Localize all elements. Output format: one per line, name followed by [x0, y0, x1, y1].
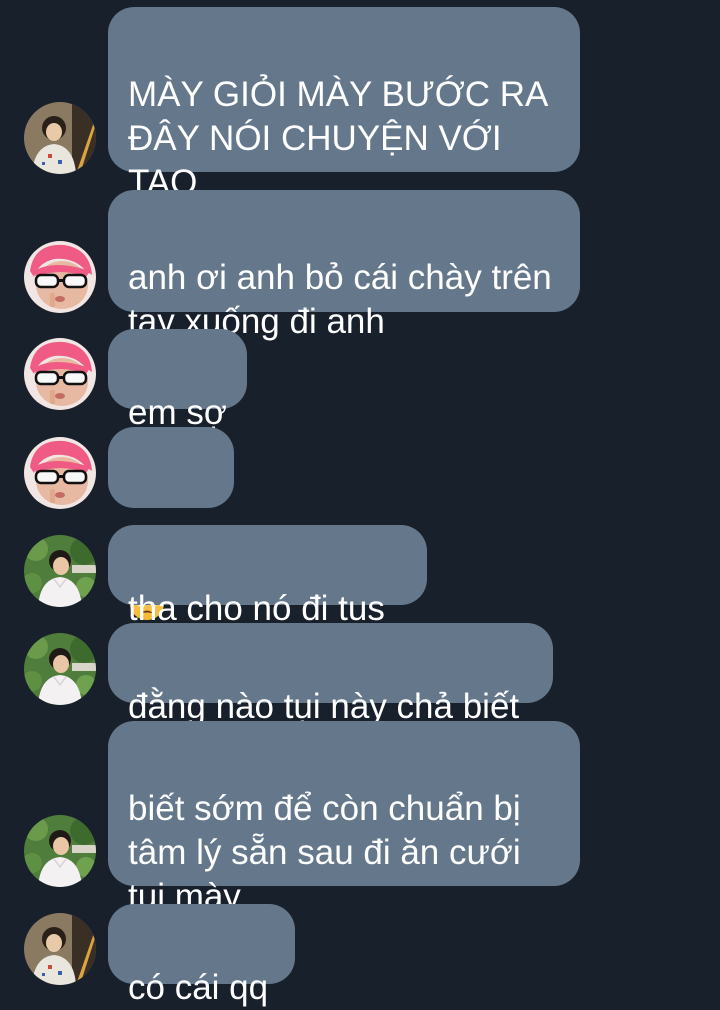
chat-screen: { "messages": [ {"sender": "user-a", "te… — [0, 0, 720, 1007]
avatar-user-b[interactable] — [24, 338, 96, 410]
message-bubble[interactable]: đằng nào tụi này chả biết — [108, 623, 553, 726]
avatar-user-c[interactable] — [24, 633, 96, 705]
message-bubble[interactable]: anh ơi anh bỏ cái chày trên tay xuống đi… — [108, 190, 580, 341]
avatar-user-b-image — [24, 241, 96, 313]
avatar-user-c-image — [24, 633, 96, 705]
message-bubble[interactable]: tha cho nó đi tus — [108, 525, 427, 628]
avatar-user-b-image — [24, 338, 96, 410]
avatar-user-c[interactable] — [24, 535, 96, 607]
avatar-user-a-image — [24, 913, 96, 985]
avatar-user-c-image — [24, 535, 96, 607]
message-bubble[interactable] — [108, 427, 234, 620]
message-bubble[interactable]: em sợ — [108, 329, 247, 432]
avatar-user-a[interactable] — [24, 913, 96, 985]
avatar-user-b[interactable] — [24, 437, 96, 509]
avatar-user-c-image — [24, 815, 96, 887]
message-bubble[interactable]: MÀY GIỎI MÀY BƯỚC RA ĐÂY NÓI CHUYỆN VỚI … — [108, 7, 580, 202]
avatar-user-b[interactable] — [24, 241, 96, 313]
message-text: biết sớm để còn chuẩn bị tâm lý sẵn sau … — [128, 789, 521, 916]
avatar-user-b-image — [24, 437, 96, 509]
avatar-user-a-image — [24, 102, 96, 174]
avatar-user-c[interactable] — [24, 815, 96, 887]
message-text: có cái qq — [128, 968, 269, 1007]
message-text: MÀY GIỎI MÀY BƯỚC RA ĐÂY NÓI CHUYỆN VỚI … — [128, 75, 549, 202]
message-bubble[interactable]: biết sớm để còn chuẩn bị tâm lý sẵn sau … — [108, 721, 580, 916]
avatar-user-a[interactable] — [24, 102, 96, 174]
message-bubble[interactable]: có cái qq — [108, 904, 295, 1007]
